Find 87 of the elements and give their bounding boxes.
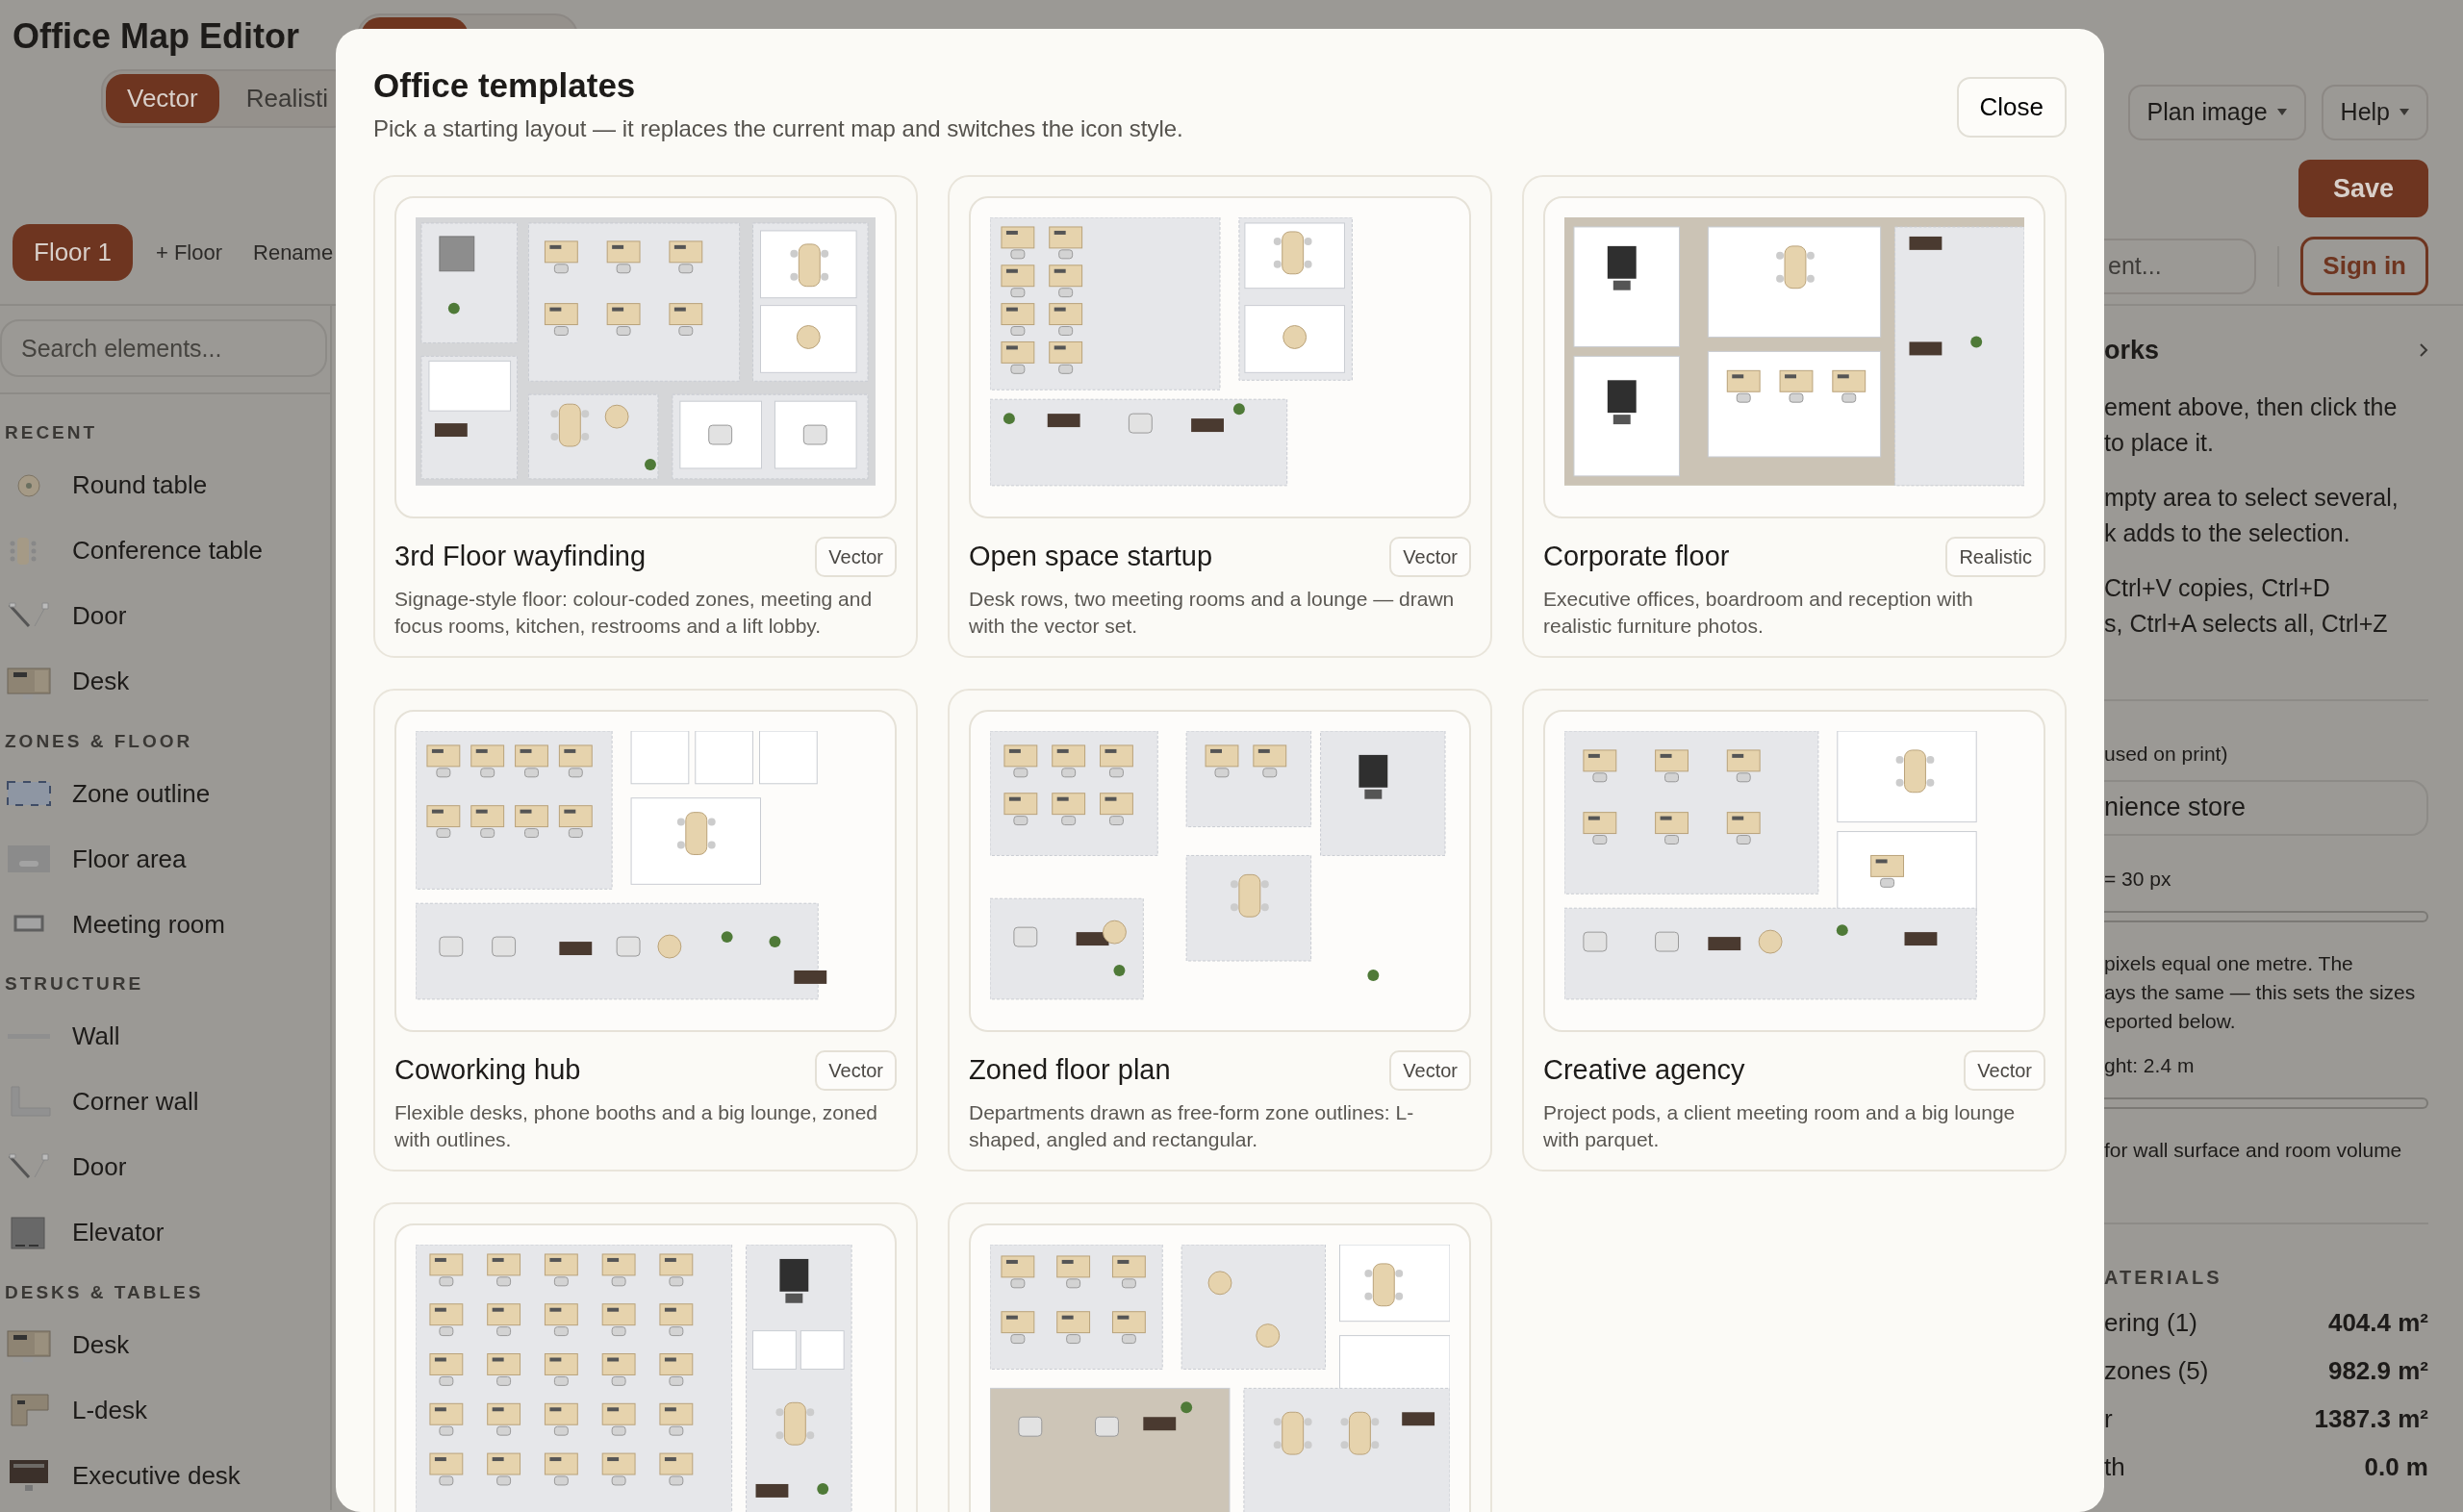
material-value: 1387.3 m²: [2314, 1403, 2428, 1435]
style-tag: Vector: [1964, 1049, 2045, 1091]
help-text: eported below.: [2104, 1008, 2237, 1034]
template-card[interactable]: 3rd Floor wayfinding Vector Signage-style floor: colour-coded zones, meeting and focus rooms, kitchen, restrooms and a lift lobby.: [373, 175, 918, 658]
style-tag: Realistic: [1945, 536, 2045, 577]
chevron-icon[interactable]: [2419, 342, 2428, 359]
floor-tab[interactable]: Floor 1: [13, 224, 133, 281]
slider-track[interactable]: [2104, 1096, 2428, 1109]
element-item[interactable]: Desk: [5, 648, 330, 715]
template-title: Corporate floor: [1543, 540, 1730, 573]
menu-button[interactable]: Help: [2321, 85, 2428, 140]
template-description: Desk rows, two meeting rooms and a lounge — drawn with the vector set.: [969, 586, 1456, 639]
template-title: Creative agency: [1543, 1053, 1745, 1087]
help-text: ement above, then click the: [2104, 391, 2399, 422]
element-item[interactable]: Desk: [5, 1312, 330, 1377]
style-tag: Vector: [815, 1049, 897, 1091]
element-item[interactable]: L-desk: [5, 1377, 330, 1443]
section-heading: ATERIALS: [2104, 1265, 2223, 1290]
height-label: ght: 2.4 m: [2104, 1052, 2196, 1078]
template-description: Flexible desks, phone booths and a big lounge, zoned with outlines.: [394, 1099, 879, 1152]
section-heading: STRUCTURE: [5, 972, 145, 995]
search-field[interactable]: ent...: [2104, 238, 2257, 294]
template-title: Zoned floor plan: [969, 1053, 1171, 1087]
floor-action[interactable]: + Floor: [147, 233, 230, 272]
element-item[interactable]: Meeting room: [5, 892, 330, 957]
caret-icon: [2400, 109, 2409, 116]
close-button[interactable]: Close: [1956, 77, 2067, 138]
sign-in-button[interactable]: Sign in: [2300, 237, 2428, 295]
template-card[interactable]: Creative agency Vector Project pods, a client meeting room and a big lounge with parquet.: [1522, 689, 2067, 1172]
section-title: orks: [2104, 335, 2160, 366]
template-title: Coworking hub: [394, 1053, 581, 1087]
material-value: 982.9 m²: [2327, 1355, 2428, 1387]
style-tag: Vector: [1389, 536, 1471, 577]
slider-track[interactable]: [2104, 910, 2428, 922]
section-heading: DESKS & TABLES: [5, 1280, 205, 1304]
element-item[interactable]: Floor area: [5, 826, 330, 892]
style-tag: Vector: [1389, 1049, 1471, 1091]
template-title: Open space startup: [969, 540, 1213, 573]
style-tab[interactable]: Vector: [106, 74, 219, 123]
template-description: Departments drawn as free-form zone outlines: L-shaped, angled and rectangular.: [969, 1099, 1415, 1152]
template-title: 3rd Floor wayfinding: [394, 540, 647, 573]
field-label: used on print): [2104, 741, 2229, 767]
save-button[interactable]: Save: [2298, 159, 2428, 217]
dialog-title: Office templates: [373, 65, 637, 106]
material-value: 0.0 m: [2364, 1451, 2428, 1483]
element-item[interactable]: Corner wall: [5, 1069, 330, 1135]
dialog-subtitle: Pick a starting layout — it replaces the current map and switches the icon style.: [373, 114, 1183, 143]
help-text: for wall surface and room volume: [2104, 1137, 2403, 1163]
template-description: Project pods, a client meeting room and a big lounge with parquet.: [1543, 1099, 2017, 1152]
round-table-icon: [17, 473, 40, 497]
template-card[interactable]: Corporate floor Realistic Executive offices, boardroom and reception with realistic furniture photos.: [1522, 175, 2067, 658]
element-item[interactable]: Executive desk: [5, 1443, 330, 1508]
help-text: mpty area to select several,: [2104, 482, 2400, 513]
element-item[interactable]: Conference table: [5, 517, 330, 584]
material-value: 404.4 m²: [2327, 1307, 2428, 1339]
material-label: th: [2104, 1451, 2125, 1483]
help-text: Ctrl+V copies, Ctrl+D: [2104, 572, 2331, 603]
help-text: k adds to the selection.: [2104, 517, 2351, 548]
template-card[interactable]: Zoned floor plan Vector Departments drawn as free-form zone outlines: L-shaped, angled and rectangular.: [948, 689, 1492, 1172]
template-description: Signage-style floor: colour-coded zones, meeting and focus rooms, kitchen, restrooms and a lift lobby.: [394, 586, 874, 639]
element-item[interactable]: Round table: [5, 452, 330, 518]
help-text: ays the same — this sets the sizes: [2104, 979, 2417, 1005]
help-text: pixels equal one metre. The: [2104, 950, 2354, 976]
template-card[interactable]: Coworking hub Vector Flexible desks, phone booths and a big lounge, zoned with outlines.: [373, 689, 918, 1172]
style-tab[interactable]: Realisti: [224, 74, 349, 123]
section-heading: ZONES & FLOOR: [5, 729, 194, 753]
scale-label: = 30 px: [2104, 866, 2172, 892]
floor-action[interactable]: Rename: [245, 233, 342, 272]
material-label: zones (5): [2104, 1355, 2209, 1387]
help-text: to place it.: [2104, 427, 2215, 458]
template-card[interactable]: Open space startup Vector Desk rows, two meeting rooms and a lounge — drawn with the vector set.: [948, 175, 1492, 658]
material-label: ering (1): [2104, 1307, 2197, 1339]
name-field[interactable]: nience store: [2104, 779, 2428, 836]
element-item[interactable]: Door: [5, 583, 330, 649]
element-item[interactable]: Elevator: [5, 1199, 330, 1266]
help-text: s, Ctrl+A selects all, Ctrl+Z: [2104, 608, 2389, 639]
search-field[interactable]: Search elements...: [0, 319, 327, 377]
caret-icon: [2276, 109, 2287, 116]
style-tag: Vector: [815, 536, 897, 577]
element-item[interactable]: Wall: [5, 1003, 330, 1070]
element-item[interactable]: Door: [5, 1134, 330, 1200]
app-title: Office Map Editor: [13, 15, 300, 58]
section-heading: RECENT: [5, 421, 99, 444]
menu-button[interactable]: Plan image: [2127, 85, 2306, 140]
material-label: r: [2104, 1403, 2113, 1435]
element-item[interactable]: Zone outline: [5, 761, 330, 826]
template-description: Executive offices, boardroom and reception with realistic furniture photos.: [1543, 586, 1974, 639]
